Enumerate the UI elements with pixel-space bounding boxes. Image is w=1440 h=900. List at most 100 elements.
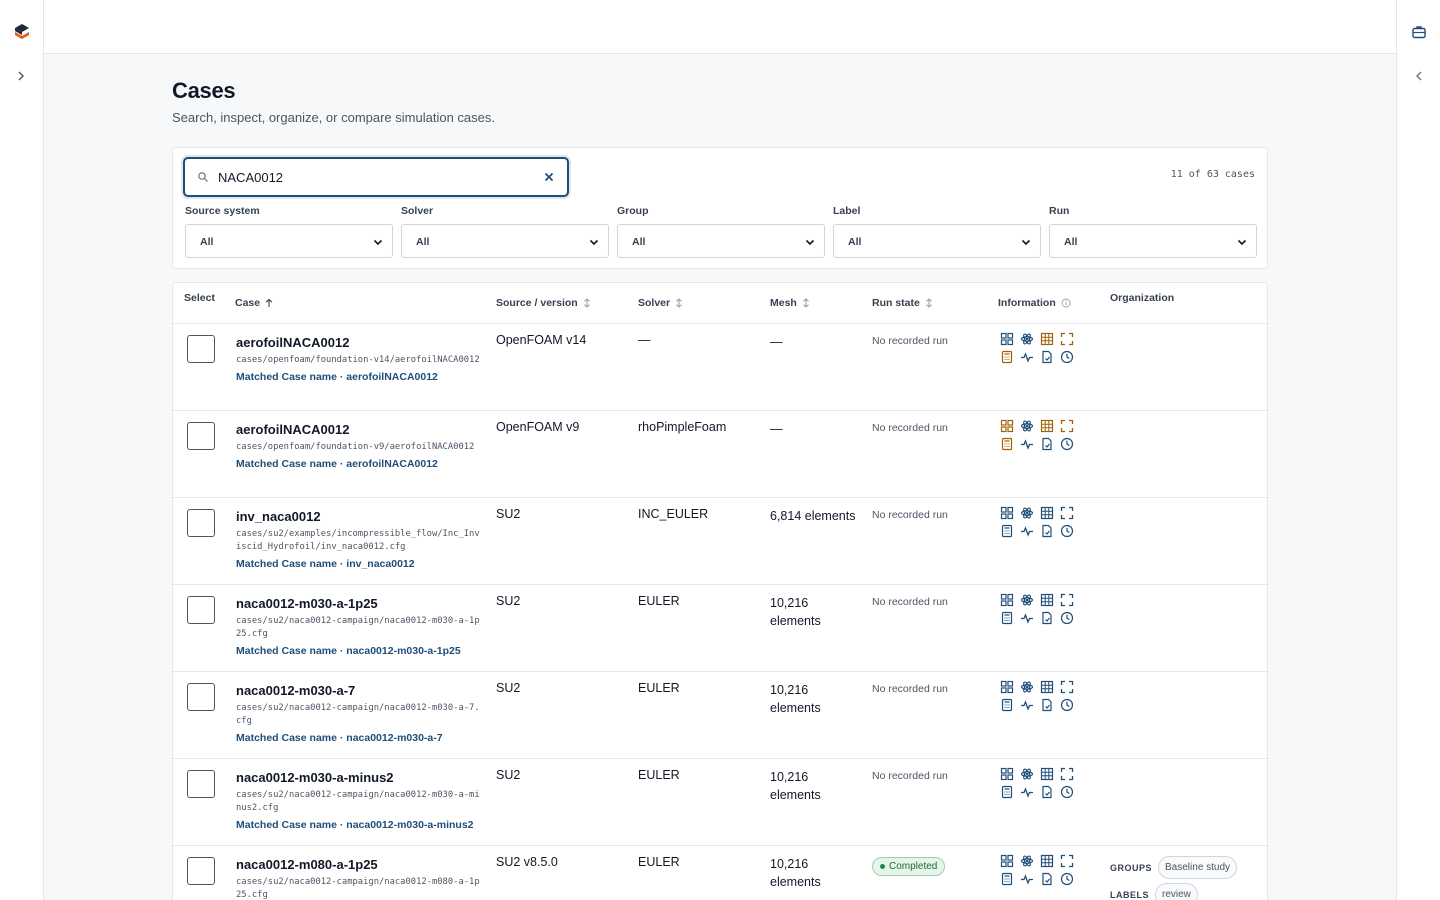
- column-header-solver[interactable]: Solver: [638, 297, 683, 309]
- calculator-icon[interactable]: [1000, 437, 1014, 451]
- atom-icon[interactable]: [1020, 854, 1034, 868]
- grid-icon[interactable]: [1000, 332, 1014, 346]
- briefcase-icon[interactable]: [1411, 24, 1427, 40]
- table-icon[interactable]: [1040, 419, 1054, 433]
- search-input[interactable]: [218, 167, 528, 187]
- file-check-icon[interactable]: [1040, 437, 1054, 451]
- select-checkbox[interactable]: [187, 422, 215, 450]
- file-check-icon[interactable]: [1040, 785, 1054, 799]
- table-icon[interactable]: [1040, 767, 1054, 781]
- select-checkbox[interactable]: [187, 857, 215, 885]
- label-select[interactable]: All: [833, 224, 1041, 258]
- column-header-case[interactable]: Case: [235, 297, 273, 309]
- solver-select[interactable]: All: [401, 224, 609, 258]
- match-reason: Matched Case name · naca0012-m030-a-minu…: [236, 819, 474, 831]
- select-checkbox[interactable]: [187, 335, 215, 363]
- activity-icon[interactable]: [1020, 698, 1034, 712]
- calculator-icon[interactable]: [1000, 872, 1014, 886]
- grid-icon[interactable]: [1000, 419, 1014, 433]
- clock-icon[interactable]: [1060, 437, 1074, 451]
- calculator-icon[interactable]: [1000, 524, 1014, 538]
- calculator-icon[interactable]: [1000, 611, 1014, 625]
- atom-icon[interactable]: [1020, 332, 1034, 346]
- table-row[interactable]: naca0012-m030-a-minus2 cases/su2/naca0012…: [173, 759, 1267, 846]
- table-row[interactable]: aerofoilNACA0012 cases/openfoam/foundatio…: [173, 324, 1267, 411]
- atom-icon[interactable]: [1020, 680, 1034, 694]
- activity-icon[interactable]: [1020, 350, 1034, 364]
- table-row[interactable]: aerofoilNACA0012 cases/openfoam/foundatio…: [173, 411, 1267, 498]
- case-name-link[interactable]: aerofoilNACA0012: [236, 422, 481, 437]
- atom-icon[interactable]: [1020, 506, 1034, 520]
- table-row[interactable]: inv_naca0012 cases/su2/examples/incompres…: [173, 498, 1267, 585]
- clock-icon[interactable]: [1060, 872, 1074, 886]
- grid-icon[interactable]: [1000, 593, 1014, 607]
- column-header-mesh[interactable]: Mesh: [770, 297, 810, 309]
- select-checkbox[interactable]: [187, 509, 215, 537]
- run-select[interactable]: All: [1049, 224, 1257, 258]
- atom-icon[interactable]: [1020, 593, 1034, 607]
- expand-icon[interactable]: [1060, 854, 1074, 868]
- clock-icon[interactable]: [1060, 698, 1074, 712]
- table-row[interactable]: naca0012-m080-a-1p25 cases/su2/naca0012-c…: [173, 846, 1267, 900]
- case-name-link[interactable]: naca0012-m030-a-1p25: [236, 596, 481, 611]
- column-header-source[interactable]: Source / version: [496, 297, 591, 309]
- table-icon[interactable]: [1040, 593, 1054, 607]
- case-name-link[interactable]: inv_naca0012: [236, 509, 481, 524]
- calculator-icon[interactable]: [1000, 698, 1014, 712]
- table-icon[interactable]: [1040, 506, 1054, 520]
- table-row[interactable]: naca0012-m030-a-7 cases/su2/naca0012-camp…: [173, 672, 1267, 759]
- grid-icon[interactable]: [1000, 767, 1014, 781]
- expand-icon[interactable]: [1060, 593, 1074, 607]
- calculator-icon[interactable]: [1000, 785, 1014, 799]
- activity-icon[interactable]: [1020, 524, 1034, 538]
- clock-icon[interactable]: [1060, 350, 1074, 364]
- case-name-link[interactable]: naca0012-m030-a-7: [236, 683, 481, 698]
- source-system-select[interactable]: All: [185, 224, 393, 258]
- app-logo-icon[interactable]: [13, 23, 31, 41]
- search-box[interactable]: [183, 157, 569, 197]
- select-value: All: [416, 236, 430, 248]
- file-check-icon[interactable]: [1040, 611, 1054, 625]
- activity-icon[interactable]: [1020, 611, 1034, 625]
- calculator-icon[interactable]: [1000, 350, 1014, 364]
- expand-icon[interactable]: [1060, 680, 1074, 694]
- select-checkbox[interactable]: [187, 770, 215, 798]
- file-check-icon[interactable]: [1040, 524, 1054, 538]
- grid-icon[interactable]: [1000, 854, 1014, 868]
- clock-icon[interactable]: [1060, 611, 1074, 625]
- table-icon[interactable]: [1040, 854, 1054, 868]
- file-check-icon[interactable]: [1040, 698, 1054, 712]
- clear-search-icon[interactable]: [543, 171, 555, 183]
- expand-icon[interactable]: [1060, 767, 1074, 781]
- collapse-panel-chevron-icon[interactable]: [1411, 68, 1427, 84]
- case-name-link[interactable]: naca0012-m080-a-1p25: [236, 857, 481, 872]
- clock-icon[interactable]: [1060, 524, 1074, 538]
- expand-icon[interactable]: [1060, 419, 1074, 433]
- group-pill[interactable]: Baseline study: [1158, 856, 1238, 879]
- table-row[interactable]: naca0012-m030-a-1p25 cases/su2/naca0012-c…: [173, 585, 1267, 672]
- table-icon[interactable]: [1040, 680, 1054, 694]
- atom-icon[interactable]: [1020, 419, 1034, 433]
- select-checkbox[interactable]: [187, 596, 215, 624]
- column-header-run-state[interactable]: Run state: [872, 297, 933, 309]
- label-pill[interactable]: review: [1155, 883, 1198, 900]
- atom-icon[interactable]: [1020, 767, 1034, 781]
- info-icon[interactable]: [1061, 298, 1071, 308]
- group-select[interactable]: All: [617, 224, 825, 258]
- expand-icon[interactable]: [1060, 332, 1074, 346]
- select-checkbox[interactable]: [187, 683, 215, 711]
- file-check-icon[interactable]: [1040, 350, 1054, 364]
- activity-icon[interactable]: [1020, 785, 1034, 799]
- case-path: cases/openfoam/foundation-v14/aerofoilNA…: [236, 355, 480, 365]
- activity-icon[interactable]: [1020, 872, 1034, 886]
- expand-sidebar-chevron-icon[interactable]: [13, 68, 29, 84]
- case-name-link[interactable]: naca0012-m030-a-minus2: [236, 770, 481, 785]
- activity-icon[interactable]: [1020, 437, 1034, 451]
- grid-icon[interactable]: [1000, 680, 1014, 694]
- file-check-icon[interactable]: [1040, 872, 1054, 886]
- expand-icon[interactable]: [1060, 506, 1074, 520]
- grid-icon[interactable]: [1000, 506, 1014, 520]
- table-icon[interactable]: [1040, 332, 1054, 346]
- case-name-link[interactable]: aerofoilNACA0012: [236, 335, 481, 350]
- clock-icon[interactable]: [1060, 785, 1074, 799]
